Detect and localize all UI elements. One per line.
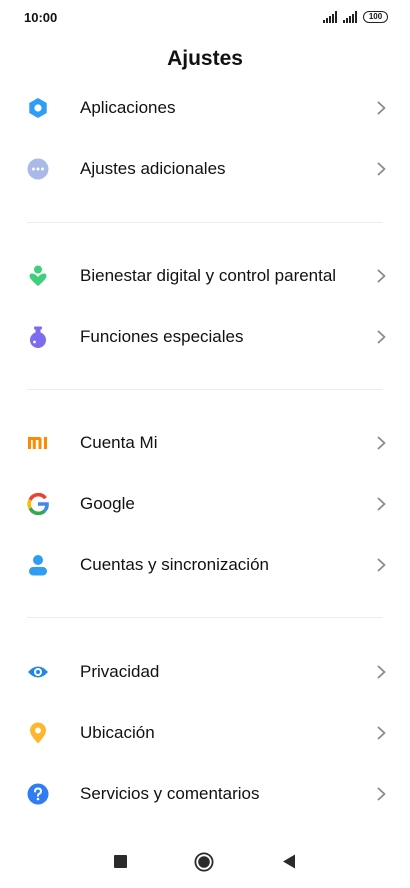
page-title: Ajustes <box>167 47 243 70</box>
settings-item-cuentas-sincronizacion[interactable]: Cuentas y sincronización <box>0 535 410 595</box>
settings-item-aplicaciones[interactable]: Aplicaciones <box>0 78 410 138</box>
settings-item-label: Aplicaciones <box>80 98 176 117</box>
settings-item-bienestar-digital[interactable]: Bienestar digital y control parental <box>0 246 410 306</box>
settings-item-label: Bienestar digital y control parental <box>80 266 337 285</box>
gear-icon <box>29 98 47 118</box>
settings-item-label: Privacidad <box>80 662 160 681</box>
settings-item-label: Ajustes adicionales <box>80 159 226 178</box>
battery-level: 100 <box>368 12 383 21</box>
wellbeing-icon <box>29 265 47 286</box>
battery-icon: 100 <box>363 11 388 23</box>
chevron-right-icon <box>377 101 386 115</box>
status-time: 10:00 <box>24 10 58 25</box>
signal-icon <box>343 11 357 23</box>
more-dots-icon <box>27 158 49 180</box>
settings-item-cuenta-mi[interactable]: Cuenta Mi <box>0 413 410 473</box>
settings-item-funciones-especiales[interactable]: Funciones especiales <box>0 307 410 367</box>
back-triangle-icon[interactable] <box>282 854 296 869</box>
settings-item-google[interactable]: Google <box>0 474 410 534</box>
home-circle-icon[interactable] <box>194 852 214 872</box>
settings-item-label: Google <box>80 494 135 513</box>
google-icon <box>27 493 49 515</box>
signal-icon <box>323 11 337 23</box>
chevron-right-icon <box>377 726 386 740</box>
chevron-right-icon <box>377 330 386 344</box>
status-bar: 10:00 100 <box>0 0 410 36</box>
settings-item-label: Servicios y comentarios <box>80 784 260 803</box>
settings-item-servicios-comentarios[interactable]: Servicios y comentarios <box>0 764 410 824</box>
chevron-right-icon <box>377 436 386 450</box>
divider <box>27 222 383 223</box>
settings-item-label: Cuenta Mi <box>80 433 158 452</box>
divider <box>27 389 383 390</box>
settings-item-privacidad[interactable]: Privacidad <box>0 642 410 702</box>
status-icons: 100 <box>323 11 388 23</box>
eye-icon <box>28 666 48 678</box>
settings-item-ubicacion[interactable]: Ubicación <box>0 703 410 763</box>
recents-square-icon[interactable] <box>114 855 127 868</box>
potion-icon <box>30 326 46 348</box>
chevron-right-icon <box>377 558 386 572</box>
chevron-right-icon <box>377 787 386 801</box>
settings-item-label: Ubicación <box>80 723 155 742</box>
settings-item-label: Cuentas y sincronización <box>80 555 269 574</box>
chevron-right-icon <box>377 497 386 511</box>
person-icon <box>29 555 47 576</box>
settings-item-label: Funciones especiales <box>80 327 244 346</box>
divider <box>27 617 383 618</box>
navigation-bar <box>0 838 410 888</box>
chevron-right-icon <box>377 269 386 283</box>
settings-item-ajustes-adicionales[interactable]: Ajustes adicionales <box>0 139 410 199</box>
help-icon <box>27 783 49 805</box>
chevron-right-icon <box>377 665 386 679</box>
chevron-right-icon <box>377 162 386 176</box>
mi-logo-icon <box>28 437 47 449</box>
location-pin-icon <box>30 722 46 744</box>
